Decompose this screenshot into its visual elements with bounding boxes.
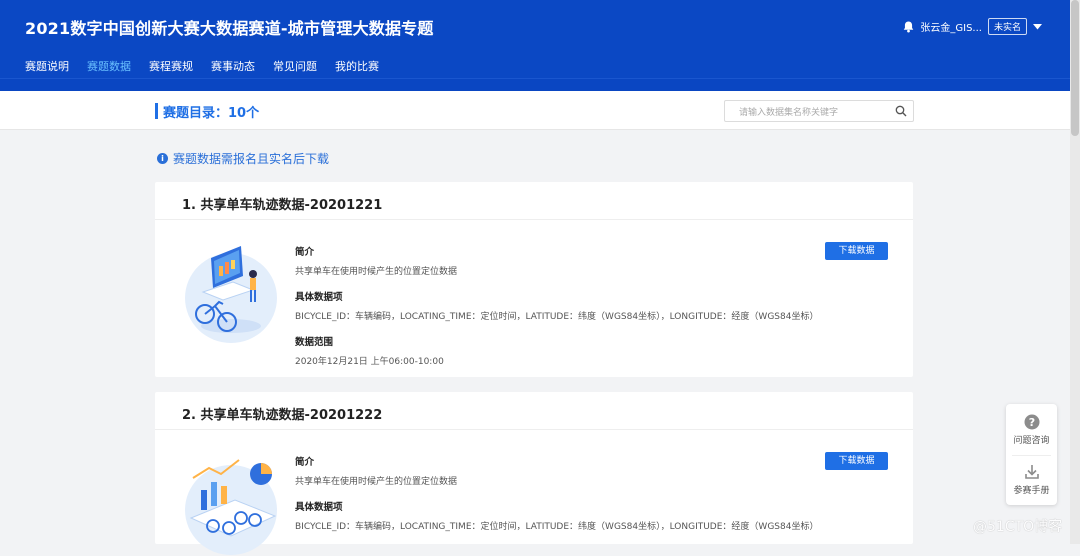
range-text: 2020年12月21日 上午06:00-10:00 xyxy=(295,357,444,367)
info-icon: i xyxy=(157,153,168,164)
floating-help-panel: ? 问题咨询 参赛手册 xyxy=(1006,404,1057,505)
svg-text:?: ? xyxy=(1028,416,1034,429)
page-scrollbar[interactable] xyxy=(1070,0,1080,544)
bike-screen-illustration xyxy=(185,246,277,343)
download-button[interactable]: 下载数据 xyxy=(825,452,888,470)
main-nav: 赛题说明 赛题数据 赛程赛规 赛事动态 常见问题 我的比赛 xyxy=(25,58,379,74)
manual-button[interactable]: 参赛手册 xyxy=(1006,464,1057,496)
range-label: 数据范围 xyxy=(295,337,334,348)
download-icon xyxy=(1024,465,1039,479)
fields-label: 具体数据项 xyxy=(295,292,343,303)
download-notice: i 赛题数据需报名且实名后下载 xyxy=(157,150,329,167)
scrollbar-thumb[interactable] xyxy=(1071,0,1079,136)
intro-label: 简介 xyxy=(295,457,315,468)
card-divider xyxy=(155,219,913,220)
download-button[interactable]: 下载数据 xyxy=(825,242,888,260)
user-area[interactable]: 张云金_GIS... 未实名 xyxy=(903,18,1042,35)
intro-text: 共享单车在使用时候产生的位置定位数据 xyxy=(295,267,458,277)
header-stripe xyxy=(0,78,1070,92)
question-circle-icon: ? xyxy=(1024,414,1039,430)
intro-label: 简介 xyxy=(295,247,315,258)
manual-label: 参赛手册 xyxy=(1013,486,1050,496)
notice-text: 赛题数据需报名且实名后下载 xyxy=(173,152,330,166)
nav-item-rules[interactable]: 赛程赛规 xyxy=(149,58,193,74)
intro-text: 共享单车在使用时候产生的位置定位数据 xyxy=(295,477,458,487)
fields-text: BICYCLE_ID：车辆编码，LOCATING_TIME：定位时间，LATIT… xyxy=(295,312,819,322)
user-name[interactable]: 张云金_GIS... xyxy=(920,19,982,34)
nav-item-data[interactable]: 赛题数据 xyxy=(87,58,131,74)
panel-divider xyxy=(1012,455,1051,456)
fields-text: BICYCLE_ID：车辆编码，LOCATING_TIME：定位时间，LATIT… xyxy=(295,522,819,532)
search-icon[interactable] xyxy=(895,105,907,117)
chevron-down-icon[interactable] xyxy=(1033,23,1042,30)
bell-icon[interactable] xyxy=(903,21,914,33)
site-title: 2021数字中国创新大赛大数据赛道-城市管理大数据专题 xyxy=(25,19,434,38)
consult-button[interactable]: ? 问题咨询 xyxy=(1006,414,1057,446)
nav-item-news[interactable]: 赛事动态 xyxy=(211,58,255,74)
consult-label: 问题咨询 xyxy=(1013,436,1050,446)
fields-label: 具体数据项 xyxy=(295,502,343,513)
card-body: 简介 共享单车在使用时候产生的位置定位数据 具体数据项 BICYCLE_ID：车… xyxy=(295,454,855,544)
card-divider xyxy=(155,429,913,430)
watermark: @51CTO博客 xyxy=(973,519,1063,535)
dataset-card: 2. 共享单车轨迹数据-20201222 简介 共享单车在使用时候产生的位置定位… xyxy=(155,392,913,555)
catalog-title-marker xyxy=(155,103,158,119)
site-header: 2021数字中国创新大赛大数据赛道-城市管理大数据专题 张云金_GIS... 未… xyxy=(0,0,1070,92)
search-placeholder: 请输入数据集名称关键字 xyxy=(739,108,839,118)
card-title: 1. 共享单车轨迹数据-20201221 xyxy=(182,198,383,213)
dataset-card: 1. 共享单车轨迹数据-20201221 简介 共享单车在使用时候产生的位置定位… xyxy=(155,182,913,377)
nav-item-description[interactable]: 赛题说明 xyxy=(25,58,69,74)
card-title: 2. 共享单车轨迹数据-20201222 xyxy=(182,408,383,423)
bike-chart-illustration xyxy=(185,459,277,555)
catalog-title: 赛题目录：10个 xyxy=(163,106,260,121)
nav-item-faq[interactable]: 常见问题 xyxy=(273,58,317,74)
nav-item-my-contest[interactable]: 我的比赛 xyxy=(335,58,379,74)
card-body: 简介 共享单车在使用时候产生的位置定位数据 具体数据项 BICYCLE_ID：车… xyxy=(295,244,855,379)
verification-badge[interactable]: 未实名 xyxy=(987,18,1027,35)
search-input[interactable]: 请输入数据集名称关键字 xyxy=(724,100,914,122)
